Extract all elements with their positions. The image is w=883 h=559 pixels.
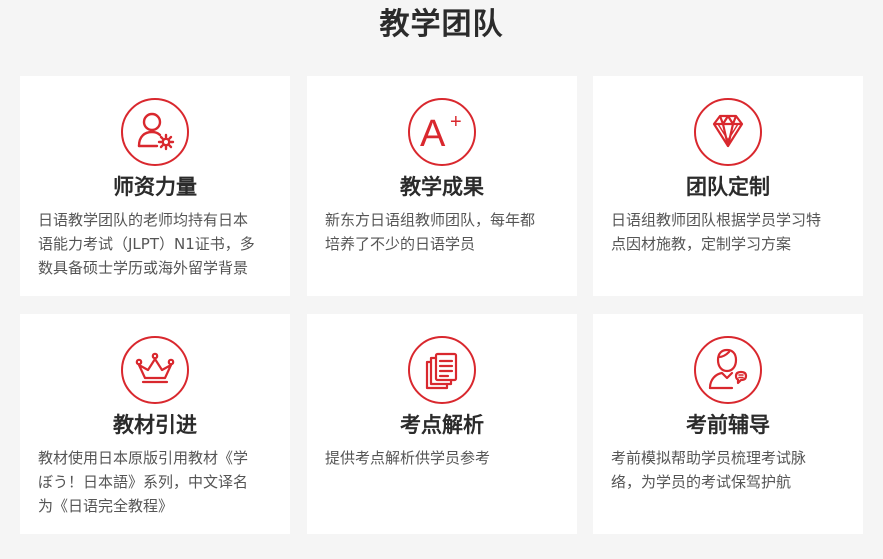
documents-icon [408,336,476,404]
card-title: 考点解析 [400,413,484,437]
card-description: 教材使用日本原版引用教材《学 ぼう！日本語》系列，中文译名 为《日语完全教程》 [38,449,249,515]
card-description: 提供考点解析供学员参考 [325,449,491,467]
card-faculty-strength: 师资力量 日语教学团队的老师均持有日本 语能力考试（JLPT）N1证书，多 数具… [20,76,290,296]
card-pre-exam-tutoring: 考前辅导 考前模拟帮助学员梳理考试脉 络，为学员的考试保驾护航 [593,314,863,534]
card-description: 日语组教师团队根据学员学习特 点因材施教，定制学习方案 [611,211,822,253]
teacher-gear-icon [121,98,189,166]
tutor-chat-icon [694,336,762,404]
diamond-icon [694,98,762,166]
card-title: 考前辅导 [686,413,770,437]
a-plus-icon: A + [408,98,476,166]
card-title: 团队定制 [686,175,770,199]
card-teaching-results: A + 教学成果 新东方日语组教师团队，每年都 培养了不少的日语学员 [307,76,577,296]
card-team-customization: 团队定制 日语组教师团队根据学员学习特 点因材施教，定制学习方案 [593,76,863,296]
card-title: 教材引进 [113,413,197,437]
card-description: 日语教学团队的老师均持有日本 语能力考试（JLPT）N1证书，多 数具备硕士学历… [38,211,255,277]
card-title: 教学成果 [400,175,484,199]
card-textbook-import: 教材引进 教材使用日本原版引用教材《学 ぼう！日本語》系列，中文译名 为《日语完… [20,314,290,534]
card-exam-analysis: 考点解析 提供考点解析供学员参考 [307,314,577,534]
card-description: 新东方日语组教师团队，每年都 培养了不少的日语学员 [325,211,536,253]
teaching-team-section: 教学团队 师资力量 日语教学团队的老师均持有日本 语能力考试（JLPT）N1证书… [0,0,883,559]
a-plus-sign: + [450,111,462,133]
card-description: 考前模拟帮助学员梳理考试脉 络，为学员的考试保驾护航 [611,449,807,491]
card-title: 师资力量 [113,175,197,199]
section-title: 教学团队 [379,7,504,42]
crown-icon [121,336,189,404]
a-plus-letter: A [420,113,446,155]
